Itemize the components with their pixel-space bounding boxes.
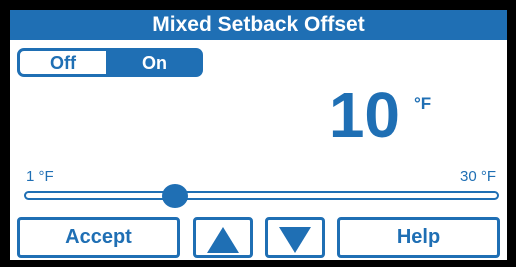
off-on-toggle[interactable]: Off On (17, 48, 203, 77)
setpoint-unit: °F (414, 94, 432, 113)
toggle-off-option[interactable]: Off (17, 48, 109, 77)
setpoint-value: 10 (328, 79, 400, 151)
toggle-on-option[interactable]: On (109, 48, 203, 77)
help-button[interactable]: Help (337, 217, 500, 258)
display-screen: Mixed Setback Offset Off On 10 °F 1 °F 3… (10, 10, 507, 260)
accept-button[interactable]: Accept (17, 217, 180, 258)
page-title: Mixed Setback Offset (10, 10, 507, 40)
slider-max-label: 30 °F (459, 168, 496, 185)
triangle-up-icon (207, 227, 239, 253)
increase-button[interactable] (193, 217, 253, 258)
slider-min-label: 1 °F (26, 168, 54, 185)
slider-track[interactable] (24, 191, 499, 200)
slider-thumb[interactable] (162, 184, 189, 208)
decrease-button[interactable] (265, 217, 325, 258)
triangle-down-icon (279, 227, 311, 253)
